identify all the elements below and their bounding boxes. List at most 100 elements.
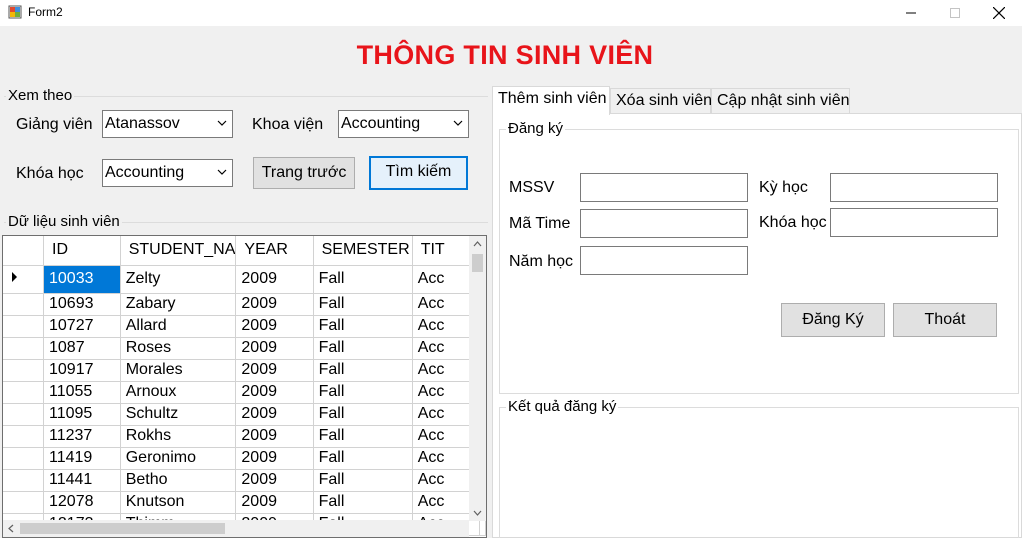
id-cell[interactable]: 10033 (43, 265, 121, 294)
maximize-button[interactable] (932, 0, 978, 26)
department-combobox[interactable]: Accounting (338, 110, 469, 138)
id-cell[interactable]: 10727 (43, 315, 121, 338)
table-row[interactable]: 10693 Zabary 2009 Fall Acc (3, 293, 486, 316)
semester-cell[interactable]: Fall (313, 293, 413, 316)
semester-cell[interactable]: Fall (313, 265, 413, 294)
row-header[interactable] (3, 381, 44, 404)
scroll-left-icon[interactable] (8, 524, 14, 533)
id-cell[interactable]: 11095 (43, 403, 121, 426)
year-cell[interactable]: 2009 (235, 315, 314, 338)
tab-update-student[interactable]: Cập nhật sinh viên (711, 88, 850, 114)
horizontal-scrollbar[interactable] (3, 520, 469, 537)
student-name-cell[interactable]: Rokhs (120, 425, 237, 448)
table-row[interactable]: 1087 Roses 2009 Fall Acc (3, 337, 486, 360)
id-cell[interactable]: 11055 (43, 381, 121, 404)
scroll-down-icon[interactable] (473, 510, 482, 516)
semester-cell[interactable]: Fall (313, 381, 413, 404)
time-code-input[interactable] (580, 209, 748, 238)
id-cell[interactable]: 10693 (43, 293, 121, 316)
student-name-cell[interactable]: Zelty (120, 265, 237, 294)
table-row[interactable]: 10727 Allard 2009 Fall Acc (3, 315, 486, 338)
semester-input[interactable] (830, 173, 998, 202)
horizontal-scroll-thumb[interactable] (20, 523, 225, 534)
table-row[interactable]: 11237 Rokhs 2009 Fall Acc (3, 425, 486, 448)
student-id-input[interactable] (580, 173, 748, 202)
scroll-up-icon[interactable] (473, 241, 482, 247)
school-year-input[interactable] (580, 246, 748, 275)
id-cell[interactable]: 10917 (43, 359, 121, 382)
student-name-cell[interactable]: Knutson (120, 491, 237, 514)
student-name-cell[interactable]: Zabary (120, 293, 237, 316)
year-cell[interactable]: 2009 (235, 491, 314, 514)
student-name-cell[interactable]: Betho (120, 469, 237, 492)
semester-cell[interactable]: Fall (313, 359, 413, 382)
vertical-scroll-thumb[interactable] (472, 254, 483, 272)
column-header-year[interactable]: YEAR (235, 236, 314, 266)
year-cell[interactable]: 2009 (235, 425, 314, 448)
row-header[interactable] (3, 447, 44, 470)
table-row[interactable]: 11055 Arnoux 2009 Fall Acc (3, 381, 486, 404)
id-cell[interactable]: 1087 (43, 337, 121, 360)
close-button[interactable] (976, 0, 1022, 26)
semester-cell[interactable]: Fall (313, 469, 413, 492)
table-row[interactable]: 12078 Knutson 2009 Fall Acc (3, 491, 486, 514)
table-row[interactable]: 10917 Morales 2009 Fall Acc (3, 359, 486, 382)
student-id-label: MSSV (509, 179, 555, 196)
chevron-down-icon (453, 120, 463, 126)
year-cell[interactable]: 2009 (235, 469, 314, 492)
year-cell[interactable]: 2009 (235, 359, 314, 382)
student-name-cell[interactable]: Geronimo (120, 447, 237, 470)
exit-button[interactable]: Thoát (893, 303, 997, 337)
table-row[interactable]: 11419 Geronimo 2009 Fall Acc (3, 447, 486, 470)
student-name-cell[interactable]: Schultz (120, 403, 237, 426)
student-name-cell[interactable]: Morales (120, 359, 237, 382)
row-header[interactable] (3, 265, 44, 294)
semester-cell[interactable]: Fall (313, 447, 413, 470)
semester-cell[interactable]: Fall (313, 491, 413, 514)
student-name-cell[interactable]: Roses (120, 337, 237, 360)
year-cell[interactable]: 2009 (235, 265, 314, 294)
id-cell[interactable]: 11419 (43, 447, 121, 470)
table-row[interactable]: 11441 Betho 2009 Fall Acc (3, 469, 486, 492)
register-groupbox (499, 129, 1019, 394)
student-name-cell[interactable]: Arnoux (120, 381, 237, 404)
previous-page-button[interactable]: Trang trước (253, 157, 355, 189)
minimize-button[interactable] (888, 0, 934, 26)
row-header[interactable] (3, 469, 44, 492)
row-header[interactable] (3, 293, 44, 316)
row-header[interactable] (3, 425, 44, 448)
column-header-id[interactable]: ID (43, 236, 121, 266)
row-header[interactable] (3, 403, 44, 426)
row-header[interactable] (3, 337, 44, 360)
year-cell[interactable]: 2009 (235, 337, 314, 360)
semester-cell[interactable]: Fall (313, 403, 413, 426)
year-cell[interactable]: 2009 (235, 293, 314, 316)
id-cell[interactable]: 12078 (43, 491, 121, 514)
student-name-cell[interactable]: Allard (120, 315, 237, 338)
student-data-grid[interactable]: ID STUDENT_NA YEAR SEMESTER TIT 10033 Zel… (2, 235, 487, 538)
data-group-legend: Dữ liệu sinh viên (6, 213, 122, 230)
semester-cell[interactable]: Fall (313, 315, 413, 338)
search-button[interactable]: Tìm kiếm (369, 156, 468, 190)
row-header[interactable] (3, 491, 44, 514)
year-cell[interactable]: 2009 (235, 381, 314, 404)
vertical-scrollbar[interactable] (469, 236, 486, 521)
row-header[interactable] (3, 359, 44, 382)
row-header[interactable] (3, 315, 44, 338)
register-button[interactable]: Đăng Ký (781, 303, 885, 337)
semester-cell[interactable]: Fall (313, 337, 413, 360)
id-cell[interactable]: 11441 (43, 469, 121, 492)
year-cell[interactable]: 2009 (235, 447, 314, 470)
tab-delete-student[interactable]: Xóa sinh viên (610, 88, 712, 114)
year-cell[interactable]: 2009 (235, 403, 314, 426)
course-combobox[interactable]: Accounting (102, 159, 233, 187)
instructor-combobox[interactable]: Atanassov (102, 110, 233, 138)
table-row[interactable]: 10033 Zelty 2009 Fall Acc (3, 265, 486, 294)
semester-cell[interactable]: Fall (313, 425, 413, 448)
column-header-semester[interactable]: SEMESTER (313, 236, 413, 266)
column-header-student-name[interactable]: STUDENT_NA (120, 236, 237, 266)
tab-add-student[interactable]: Thêm sinh viên (492, 86, 610, 115)
id-cell[interactable]: 11237 (43, 425, 121, 448)
course-input[interactable] (830, 208, 998, 237)
table-row[interactable]: 11095 Schultz 2009 Fall Acc (3, 403, 486, 426)
